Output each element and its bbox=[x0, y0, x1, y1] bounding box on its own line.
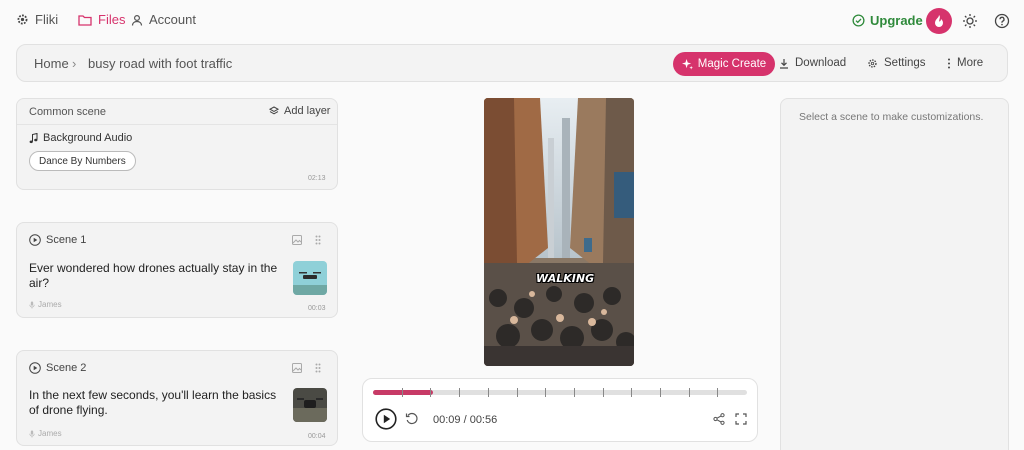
scene-title: Scene 2 bbox=[46, 362, 87, 374]
add-layer-label: Add layer bbox=[284, 105, 331, 117]
scene-card[interactable]: Scene 1 Ever wondered how drones actuall… bbox=[16, 222, 338, 318]
flame-icon bbox=[935, 15, 943, 27]
brand-label: Fliki bbox=[35, 12, 59, 27]
progress-tick bbox=[717, 388, 719, 397]
user-icon bbox=[131, 14, 143, 26]
download-icon bbox=[780, 58, 788, 69]
progress-tick bbox=[688, 388, 690, 397]
progress-tick bbox=[602, 388, 604, 397]
breadcrumb-toolbar: Home › busy road with foot traffic Magic… bbox=[16, 44, 1008, 82]
share-icon[interactable] bbox=[713, 413, 725, 425]
sparkle-icon bbox=[681, 58, 693, 70]
scene-duration: 00:04 bbox=[308, 433, 326, 440]
top-navigation: Fliki Files Account Upgrade bbox=[0, 0, 1024, 42]
magic-create-button[interactable]: Magic Create bbox=[673, 52, 775, 76]
progress-tick bbox=[545, 388, 547, 397]
voice-label: James bbox=[29, 429, 62, 438]
microphone-icon bbox=[29, 430, 35, 437]
progress-tick bbox=[459, 388, 461, 397]
common-scene-duration: 02:13 bbox=[308, 175, 326, 182]
drag-handle-icon[interactable] bbox=[315, 235, 321, 245]
microphone-icon bbox=[29, 301, 35, 308]
more-label: More bbox=[957, 57, 984, 69]
video-preview[interactable] bbox=[484, 98, 634, 366]
breadcrumb-separator: › bbox=[72, 56, 77, 71]
sun-icon[interactable] bbox=[962, 13, 978, 29]
background-audio-row[interactable]: Background Audio bbox=[29, 132, 132, 144]
settings-label: Settings bbox=[884, 57, 926, 69]
nav-brand[interactable]: Fliki bbox=[16, 12, 58, 27]
download-label: Download bbox=[795, 57, 847, 69]
upgrade-label: Upgrade bbox=[870, 13, 923, 28]
common-scene-header: Common scene Add layer bbox=[17, 99, 337, 125]
playback-time: 00:09 / 00:56 bbox=[433, 414, 498, 426]
folder-icon bbox=[78, 14, 92, 26]
magic-create-label: Magic Create bbox=[697, 58, 767, 70]
voice-label: James bbox=[29, 300, 62, 309]
drone-image bbox=[293, 388, 327, 422]
upgrade-button[interactable]: Upgrade bbox=[852, 13, 923, 28]
scene-thumbnail[interactable] bbox=[293, 388, 327, 422]
drag-handle-icon[interactable] bbox=[315, 363, 321, 373]
check-circle-icon bbox=[852, 14, 865, 27]
music-note-icon bbox=[29, 132, 38, 143]
progress-tick bbox=[573, 388, 575, 397]
download-button[interactable]: Download bbox=[779, 57, 846, 69]
nav-account[interactable]: Account bbox=[131, 12, 196, 27]
avatar[interactable] bbox=[926, 8, 952, 34]
files-label: Files bbox=[98, 12, 126, 27]
settings-button[interactable]: Settings bbox=[867, 57, 926, 69]
more-vertical-icon bbox=[948, 58, 950, 68]
nav-files[interactable]: Files bbox=[78, 12, 125, 27]
common-scene-card[interactable]: Common scene Add layer Background Audio … bbox=[16, 98, 338, 190]
progress-tick bbox=[430, 388, 432, 397]
gear-icon bbox=[17, 14, 28, 25]
progress-track[interactable] bbox=[373, 388, 747, 397]
voice-name: James bbox=[38, 429, 62, 438]
scene-text[interactable]: In the next few seconds, you'll learn th… bbox=[29, 388, 284, 418]
breadcrumb-home[interactable]: Home bbox=[34, 56, 69, 71]
play-button[interactable] bbox=[375, 408, 397, 430]
play-circle-icon[interactable] bbox=[29, 362, 41, 374]
image-icon[interactable] bbox=[292, 235, 302, 245]
street-scene-image bbox=[484, 98, 634, 366]
settings-icon bbox=[868, 58, 877, 68]
breadcrumb-current[interactable]: busy road with foot traffic bbox=[88, 56, 232, 71]
add-layer-button[interactable]: Add layer bbox=[269, 105, 330, 117]
replay-icon[interactable] bbox=[405, 412, 419, 426]
scene-thumbnail[interactable] bbox=[293, 261, 327, 295]
common-scene-title: Common scene bbox=[29, 106, 107, 118]
progress-tick bbox=[516, 388, 518, 397]
scene-header: Scene 2 bbox=[29, 362, 86, 374]
scene-card[interactable]: Scene 2 In the next few seconds, you'll … bbox=[16, 350, 338, 446]
progress-tick bbox=[631, 388, 633, 397]
customization-hint: Select a scene to make customizations. bbox=[799, 111, 984, 123]
caption-overlay: WALKING bbox=[536, 272, 595, 285]
drone-image bbox=[293, 261, 327, 295]
more-button[interactable]: More bbox=[947, 57, 983, 69]
audio-track-chip[interactable]: Dance By Numbers bbox=[29, 151, 136, 171]
customization-panel: Select a scene to make customizations. bbox=[780, 98, 1009, 450]
progress-tick bbox=[487, 388, 489, 397]
progress-tick bbox=[401, 388, 403, 397]
scene-header: Scene 1 bbox=[29, 234, 86, 246]
scene-text[interactable]: Ever wondered how drones actually stay i… bbox=[29, 261, 284, 291]
progress-fill bbox=[373, 390, 433, 395]
player-controls: 00:09 / 00:56 bbox=[362, 378, 758, 442]
account-label: Account bbox=[149, 12, 196, 27]
help-icon[interactable] bbox=[994, 13, 1010, 29]
fullscreen-icon[interactable] bbox=[735, 413, 747, 425]
progress-tick bbox=[660, 388, 661, 397]
scene-title: Scene 1 bbox=[46, 234, 87, 246]
play-circle-icon[interactable] bbox=[29, 234, 41, 246]
scene-duration: 00:03 bbox=[308, 305, 326, 312]
background-audio-label: Background Audio bbox=[43, 132, 133, 144]
voice-name: James bbox=[38, 300, 62, 309]
layers-icon bbox=[269, 106, 279, 115]
image-icon[interactable] bbox=[292, 363, 302, 373]
